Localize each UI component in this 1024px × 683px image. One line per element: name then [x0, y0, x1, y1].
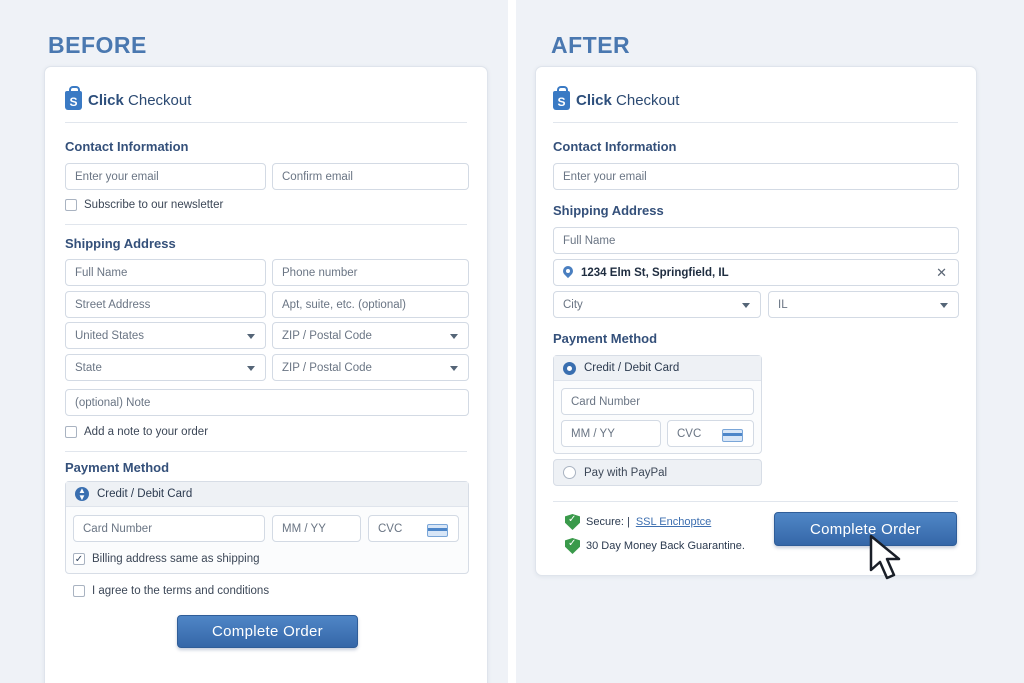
payment-method-label: Credit / Debit Card	[97, 488, 193, 500]
state-value: IL	[778, 298, 788, 311]
chevron-down-icon	[450, 366, 458, 371]
secure-badge: Secure: | SSL Enchoptce	[565, 514, 711, 530]
checkmark-icon[interactable]: ✓	[73, 553, 85, 565]
email-field[interactable]: Enter your email	[553, 163, 959, 190]
divider	[65, 451, 467, 452]
brand-logo: S Click Checkout	[553, 86, 680, 110]
brand-name: Click Checkout	[576, 92, 680, 109]
address-value: 1234 Elm St, Springfield, IL	[581, 266, 729, 279]
payment-title: Payment Method	[65, 460, 170, 475]
checkbox-box[interactable]	[73, 585, 85, 597]
guarantee-label: 30 Day Money Back Guarantine.	[586, 540, 745, 552]
after-checkout-card: S Click Checkout Contact Information Ent…	[535, 66, 977, 576]
newsletter-label: Subscribe to our newsletter	[84, 199, 224, 211]
expiry-field[interactable]: MM / YY	[272, 515, 361, 542]
radio-unselected-icon[interactable]	[563, 466, 576, 479]
contact-title: Contact Information	[553, 139, 677, 154]
confirm-email-field[interactable]: Confirm email	[272, 163, 469, 190]
apt-field[interactable]: Apt, suite, etc. (optional)	[272, 291, 469, 318]
credit-card-icon	[722, 429, 743, 442]
mouse-pointer-icon	[869, 534, 901, 580]
zip-value: ZIP / Postal Code	[282, 329, 372, 342]
card-number-field[interactable]: Card Number	[73, 515, 265, 542]
zip-select[interactable]: ZIP / Postal Code	[272, 322, 469, 349]
state-select[interactable]: IL	[768, 291, 959, 318]
full-name-field[interactable]: Full Name	[553, 227, 959, 254]
zip-select-2[interactable]: ZIP / Postal Code	[272, 354, 469, 381]
shipping-title: Shipping Address	[553, 203, 664, 218]
before-checkout-card: S Click Checkout Contact Information Ent…	[44, 66, 488, 683]
add-note-label: Add a note to your order	[84, 426, 209, 438]
shopping-bag-icon: S	[553, 86, 570, 110]
location-pin-icon	[563, 266, 573, 279]
payment-method-card[interactable]: Credit / Debit Card	[554, 356, 761, 381]
shield-check-icon	[565, 514, 580, 530]
complete-order-button[interactable]: Complete Order	[177, 615, 358, 648]
terms-label: I agree to the terms and conditions	[92, 585, 270, 597]
shipping-title: Shipping Address	[65, 236, 176, 251]
billing-same-checkbox[interactable]: ✓ Billing address same as shipping	[73, 553, 259, 565]
payment-title: Payment Method	[553, 331, 658, 346]
payment-method-card[interactable]: ▲ ▼ Credit / Debit Card	[66, 482, 468, 507]
divider	[553, 122, 958, 123]
cvc-placeholder: CVC	[378, 522, 403, 535]
cvc-placeholder: CVC	[677, 427, 702, 440]
newsletter-checkbox[interactable]: Subscribe to our newsletter	[65, 199, 223, 211]
ssl-link[interactable]: SSL Enchoptce	[636, 516, 711, 528]
phone-field[interactable]: Phone number	[272, 259, 469, 286]
contact-title: Contact Information	[65, 139, 189, 154]
sort-icon: ▲ ▼	[75, 487, 89, 502]
complete-order-button[interactable]: Complete Order	[774, 512, 957, 546]
country-select[interactable]: United States	[65, 322, 266, 349]
note-field[interactable]: (optional) Note	[65, 389, 469, 416]
cvc-field[interactable]: CVC	[368, 515, 459, 542]
brand-logo: S Click Checkout	[65, 86, 192, 110]
address-autocomplete-field[interactable]: 1234 Elm St, Springfield, IL ✕	[553, 259, 959, 286]
add-note-checkbox[interactable]: Add a note to your order	[65, 426, 208, 438]
chevron-down-icon	[742, 303, 750, 308]
payment-method-label: Credit / Debit Card	[584, 362, 680, 374]
cvc-field[interactable]: CVC	[667, 420, 754, 447]
shopping-bag-icon: S	[65, 86, 82, 110]
divider	[65, 224, 467, 225]
chevron-down-icon	[940, 303, 948, 308]
shield-check-icon	[565, 538, 580, 554]
state-value: State	[75, 361, 102, 374]
guarantee-badge: 30 Day Money Back Guarantine.	[565, 538, 745, 554]
secure-label: Secure: |	[586, 516, 630, 528]
billing-same-label: Billing address same as shipping	[92, 553, 260, 565]
radio-selected-icon[interactable]	[563, 361, 576, 375]
brand-name: Click Checkout	[88, 92, 192, 109]
state-select[interactable]: State	[65, 354, 266, 381]
divider	[553, 501, 958, 502]
full-name-field[interactable]: Full Name	[65, 259, 266, 286]
chevron-down-icon	[247, 366, 255, 371]
before-heading: BEFORE	[48, 32, 147, 58]
chevron-down-icon	[247, 334, 255, 339]
zip-value: ZIP / Postal Code	[282, 361, 372, 374]
credit-card-icon	[427, 524, 448, 537]
payment-method-paypal[interactable]: Pay with PayPal	[553, 459, 762, 486]
panel-divider	[508, 0, 516, 683]
checkbox-box[interactable]	[65, 199, 77, 211]
email-field[interactable]: Enter your email	[65, 163, 266, 190]
city-select[interactable]: City	[553, 291, 761, 318]
clear-icon[interactable]: ✕	[936, 265, 947, 281]
checkbox-box[interactable]	[65, 426, 77, 438]
city-value: City	[563, 298, 583, 311]
expiry-field[interactable]: MM / YY	[561, 420, 661, 447]
divider	[65, 122, 467, 123]
after-heading: AFTER	[551, 32, 631, 58]
chevron-down-icon	[450, 334, 458, 339]
country-value: United States	[75, 329, 145, 342]
street-field[interactable]: Street Address	[65, 291, 266, 318]
paypal-label: Pay with PayPal	[584, 466, 668, 479]
card-number-field[interactable]: Card Number	[561, 388, 754, 415]
terms-checkbox[interactable]: I agree to the terms and conditions	[73, 585, 269, 597]
